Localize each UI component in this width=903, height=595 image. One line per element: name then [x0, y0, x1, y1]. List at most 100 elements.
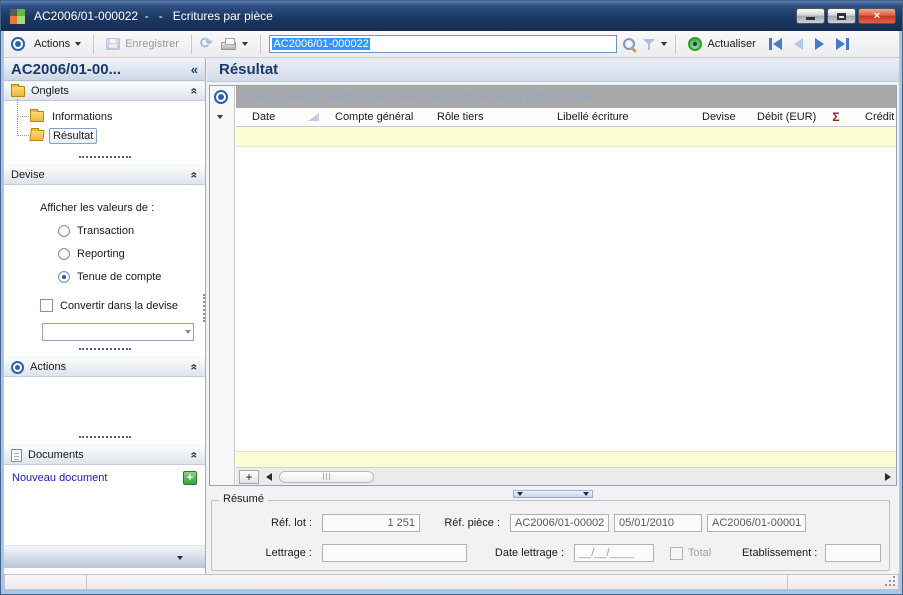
tree-item-resultat[interactable]: Résultat — [14, 126, 205, 145]
result-grid: Faire glisser ici l'entête d'une colonne… — [209, 85, 897, 486]
add-row-button[interactable]: + — [239, 470, 259, 484]
search-icon[interactable] — [622, 37, 637, 52]
column-chooser-button[interactable] — [217, 115, 223, 119]
sort-icon — [308, 113, 319, 121]
column-header-devise[interactable]: Devise — [688, 111, 743, 123]
group-by-hint: Faire glisser ici l'entête d'une colonne… — [246, 91, 594, 103]
app-logo-icon — [10, 9, 25, 24]
maximize-icon — [837, 13, 846, 20]
grid-indicator-column — [210, 86, 235, 485]
tree-item-informations[interactable]: Informations — [14, 107, 205, 126]
nav-last-bar — [846, 38, 849, 50]
column-header-role-tiers[interactable]: Rôle tiers — [423, 111, 543, 123]
sidebar-title-bar: AC2006/01-00... « — [4, 58, 205, 81]
scroll-right-button[interactable] — [885, 473, 891, 481]
sidebar-collapse-bar[interactable] — [4, 545, 205, 568]
filter-icon[interactable] — [642, 38, 656, 51]
close-button[interactable]: × — [858, 8, 896, 24]
piece-search-value: AC2006/01-000022 — [272, 38, 369, 50]
ref-piece-field-3[interactable] — [707, 514, 806, 532]
radio-label: Tenue de compte — [77, 271, 161, 283]
sidebar-drag-handle[interactable] — [203, 294, 205, 322]
new-document-link[interactable]: Nouveau document — [12, 472, 107, 484]
chevron-up-icon[interactable]: « — [188, 88, 202, 95]
toolbar-separator — [93, 35, 94, 54]
add-document-button[interactable]: + — [183, 471, 197, 485]
print-button[interactable] — [217, 36, 252, 52]
column-header-debit[interactable]: Débit (EUR) — [743, 111, 821, 123]
etablissement-field[interactable] — [825, 544, 881, 562]
panel-splitter-handle[interactable] — [513, 490, 593, 498]
panel-resize-handle[interactable] — [79, 348, 131, 350]
radio-transaction[interactable]: Transaction — [58, 225, 205, 237]
minimize-button[interactable] — [796, 8, 825, 24]
save-button[interactable]: Enregistrer — [102, 36, 183, 52]
ref-lot-label: Réf. lot : — [212, 517, 312, 529]
totals-row — [236, 451, 896, 467]
radio-reporting[interactable]: Reporting — [58, 248, 205, 260]
total-checkbox[interactable] — [670, 547, 683, 560]
column-header-credit[interactable]: Crédit (E — [851, 111, 896, 123]
piece-search-input[interactable]: AC2006/01-000022 — [269, 35, 617, 53]
chevron-up-icon[interactable]: « — [188, 364, 202, 371]
actions-panel-body — [4, 377, 205, 429]
date-lettrage-field[interactable] — [574, 544, 654, 562]
column-header-date[interactable]: Date — [236, 111, 321, 123]
column-header-compte-general[interactable]: Compte général — [321, 111, 423, 123]
actions-button[interactable]: Actions — [30, 36, 85, 52]
scrollbar-thumb[interactable] — [279, 471, 374, 483]
nav-next-button[interactable] — [815, 38, 824, 50]
nav-previous-button[interactable] — [794, 38, 803, 50]
convert-currency-checkbox[interactable]: Convertir dans la devise — [40, 299, 205, 312]
chevron-up-icon[interactable]: « — [188, 452, 202, 459]
panel-header-documents[interactable]: Documents « — [4, 445, 205, 465]
folder-icon — [30, 111, 44, 122]
panel-header-devise[interactable]: Devise « — [4, 165, 205, 185]
column-header-sigma-icon[interactable]: Σ — [821, 110, 851, 124]
resize-grip-icon[interactable] — [893, 584, 895, 586]
refresh-button[interactable]: Actualiser — [684, 35, 759, 53]
grid-body[interactable] — [236, 147, 896, 451]
radio-checked-icon — [58, 271, 70, 283]
column-header-libelle-ecriture[interactable]: Libellé écriture — [543, 111, 688, 123]
ref-piece-field-2[interactable] — [614, 514, 702, 532]
filter-dropdown-icon[interactable] — [661, 42, 667, 46]
save-icon — [106, 38, 120, 50]
status-panel-3 — [788, 575, 898, 589]
radio-label: Transaction — [77, 225, 134, 237]
main-toolbar: Actions Enregistrer ⟳ AC2006/01-000022 A… — [4, 31, 899, 58]
nav-first-button[interactable] — [769, 38, 782, 50]
chevron-down-icon — [177, 556, 183, 560]
reload-icon[interactable]: ⟳ — [200, 38, 213, 50]
checkbox-icon — [40, 299, 53, 312]
ref-lot-field[interactable] — [322, 514, 420, 532]
toolbar-separator — [260, 35, 261, 54]
panel-resize-handle[interactable] — [79, 156, 131, 158]
maximize-button[interactable] — [827, 8, 856, 24]
radio-tenue-de-compte[interactable]: Tenue de compte — [58, 271, 205, 283]
panel-header-onglets[interactable]: Onglets « — [4, 81, 205, 101]
horizontal-scrollbar[interactable]: + — [236, 467, 896, 485]
app-window: AC2006/01-000022 - - Ecritures par pièce… — [0, 0, 903, 595]
tree-item-label: Informations — [49, 110, 116, 124]
nav-last-button[interactable] — [836, 38, 849, 50]
ref-piece-field-1[interactable] — [510, 514, 609, 532]
nav-first-icon — [773, 38, 782, 50]
status-panel-1 — [5, 575, 87, 589]
lettrage-field[interactable] — [322, 544, 467, 562]
onglets-tree: Informations Résultat — [4, 101, 205, 149]
new-entry-row[interactable] — [236, 127, 896, 147]
group-by-bar[interactable]: Faire glisser ici l'entête d'une colonne… — [236, 86, 896, 108]
chevron-up-icon[interactable]: « — [188, 172, 202, 179]
radio-label: Reporting — [77, 248, 125, 260]
minimize-icon — [806, 17, 815, 20]
scroll-left-button[interactable] — [266, 473, 272, 481]
refresh-label: Actualiser — [707, 38, 755, 50]
sidebar-collapse-icon[interactable]: « — [191, 62, 198, 77]
panel-resize-handle[interactable] — [79, 436, 131, 438]
grid-main: Faire glisser ici l'entête d'une colonne… — [236, 86, 896, 485]
currency-combo[interactable] — [42, 323, 194, 341]
panel-header-actions[interactable]: Actions « — [4, 357, 205, 377]
panel-actions-label: Actions — [30, 361, 66, 373]
document-icon — [11, 449, 22, 462]
